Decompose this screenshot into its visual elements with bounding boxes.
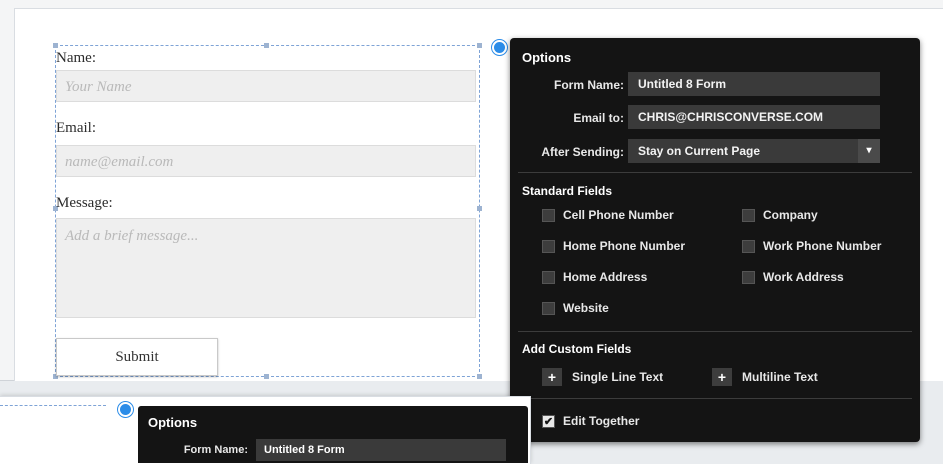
plus-icon[interactable]: + — [712, 368, 732, 386]
selection-edge — [0, 405, 106, 406]
checkbox-work-address[interactable]: Work Address — [742, 270, 844, 284]
checkbox-label: Work Phone Number — [763, 239, 882, 253]
email-to-field[interactable]: CHRIS@CHRISCONVERSE.COM — [628, 105, 880, 129]
resize-handle[interactable] — [477, 43, 482, 48]
plus-icon[interactable]: + — [542, 368, 562, 386]
checkbox-home-address[interactable]: Home Address — [542, 270, 647, 284]
checkbox-icon[interactable] — [542, 208, 555, 222]
divider — [518, 331, 912, 332]
resize-handle[interactable] — [477, 374, 482, 379]
checkbox-icon[interactable] — [742, 270, 755, 284]
name-label: Name: — [56, 50, 96, 66]
checkbox-label: Company — [763, 208, 818, 222]
standard-fields-title: Standard Fields — [522, 184, 613, 198]
email-label: Email: — [56, 120, 96, 136]
checkbox-icon[interactable] — [542, 239, 555, 253]
after-sending-value: Stay on Current Page — [638, 144, 761, 158]
resize-handle[interactable] — [264, 374, 269, 379]
checkbox-icon[interactable] — [542, 270, 555, 284]
checkbox-home-phone[interactable]: Home Phone Number — [542, 239, 685, 253]
form-name-field[interactable]: Untitled 8 Form — [256, 439, 506, 461]
edit-together-checkbox[interactable]: ✔ Edit Together — [542, 414, 639, 428]
email-to-label: Email to: — [573, 111, 624, 125]
form-name-field[interactable]: Untitled 8 Form — [628, 72, 880, 96]
anchor-point-icon[interactable] — [118, 402, 133, 417]
add-multiline-button[interactable]: + Multiline Text — [712, 368, 818, 386]
checkbox-icon[interactable] — [742, 239, 755, 253]
checkbox-label: Cell Phone Number — [563, 208, 674, 222]
anchor-point-icon[interactable] — [492, 40, 507, 55]
chevron-down-icon[interactable]: ▾ — [858, 139, 880, 163]
options-title: Options — [148, 415, 198, 430]
add-single-line-button[interactable]: + Single Line Text — [542, 368, 663, 386]
checkbox-website[interactable]: Website — [542, 301, 609, 315]
divider — [518, 398, 912, 399]
name-input[interactable]: Your Name — [56, 70, 476, 102]
check-icon[interactable]: ✔ — [542, 414, 555, 428]
resize-handle[interactable] — [53, 43, 58, 48]
submit-button[interactable]: Submit — [56, 338, 218, 376]
checkbox-icon[interactable] — [742, 208, 755, 222]
options-panel-copy: Options Form Name: Untitled 8 Form — [138, 406, 528, 463]
checkbox-work-phone[interactable]: Work Phone Number — [742, 239, 881, 253]
email-input[interactable]: name@email.com — [56, 145, 476, 177]
divider — [518, 172, 912, 173]
after-sending-label: After Sending: — [541, 145, 624, 159]
options-panel: Options Form Name: Untitled 8 Form Email… — [510, 38, 920, 442]
single-line-label: Single Line Text — [572, 370, 664, 384]
options-title: Options — [522, 50, 572, 65]
message-label: Message: — [56, 195, 113, 211]
resize-handle[interactable] — [264, 43, 269, 48]
custom-fields-title: Add Custom Fields — [522, 342, 632, 356]
form-name-label: Form Name: — [183, 444, 248, 456]
checkbox-cell-phone[interactable]: Cell Phone Number — [542, 208, 674, 222]
form-name-label: Form Name: — [553, 78, 624, 92]
message-textarea[interactable]: Add a brief message... — [56, 218, 476, 318]
after-sending-select[interactable]: Stay on Current Page ▾ — [628, 139, 880, 163]
checkbox-label: Work Address — [763, 270, 844, 284]
checkbox-label: Home Phone Number — [563, 239, 686, 253]
multiline-label: Multiline Text — [742, 370, 818, 384]
checkbox-label: Home Address — [563, 270, 648, 284]
edit-together-label: Edit Together — [563, 414, 640, 428]
checkbox-icon[interactable] — [542, 301, 555, 315]
checkbox-label: Website — [563, 301, 609, 315]
checkbox-company[interactable]: Company — [742, 208, 818, 222]
resize-handle[interactable] — [477, 206, 482, 211]
